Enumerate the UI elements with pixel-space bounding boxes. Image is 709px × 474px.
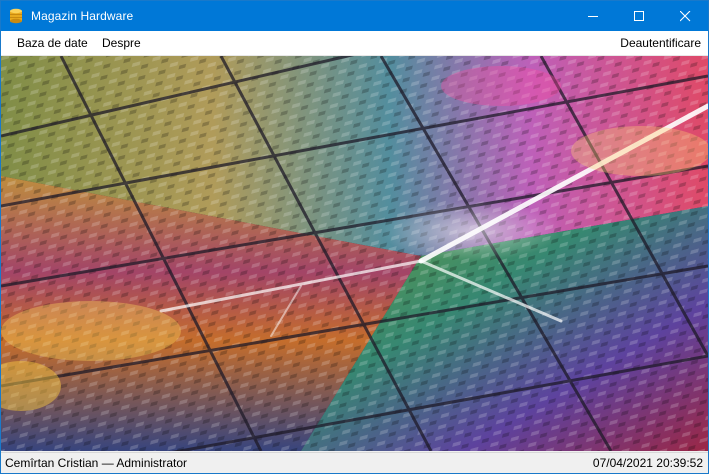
close-icon: [680, 11, 691, 22]
title-bar[interactable]: Magazin Hardware: [1, 1, 708, 31]
menu-about[interactable]: Despre: [95, 31, 148, 55]
minimize-button[interactable]: [570, 1, 616, 31]
status-user: Cemîrtan Cristian — Administrator: [5, 456, 188, 470]
maximize-button[interactable]: [616, 1, 662, 31]
wafer-illustration: [1, 56, 708, 451]
menu-database[interactable]: Baza de date: [10, 31, 95, 55]
menu-logout[interactable]: Deautentificare: [613, 31, 708, 55]
menu-bar: Baza de date Despre Deautentificare: [1, 31, 708, 56]
minimize-icon: [588, 16, 598, 17]
cpu-wafer-image: [1, 56, 708, 451]
app-window: Magazin Hardware Baza de date Despre Dea…: [0, 0, 709, 474]
close-button[interactable]: [662, 1, 708, 31]
window-title: Magazin Hardware: [31, 9, 134, 23]
maximize-icon: [634, 11, 644, 21]
status-bar: Cemîrtan Cristian — Administrator 07/04/…: [1, 452, 708, 473]
database-cylinder-icon: [10, 8, 22, 24]
status-datetime: 07/04/2021 20:39:52: [592, 456, 703, 470]
